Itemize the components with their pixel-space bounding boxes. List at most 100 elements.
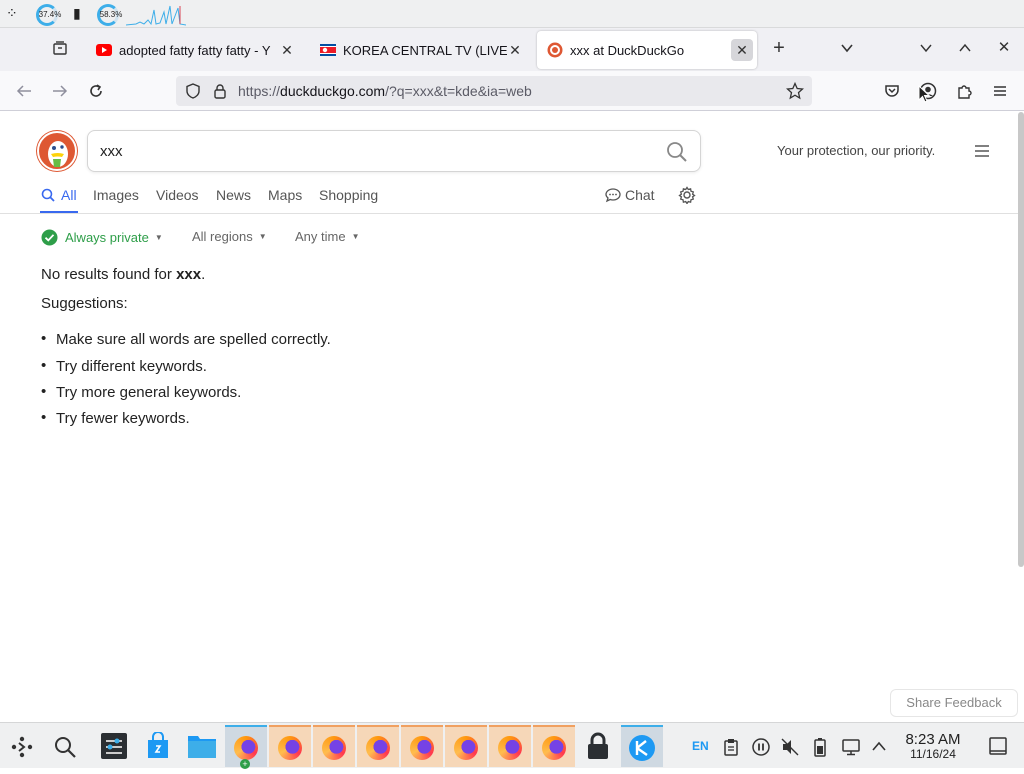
system-settings-task[interactable] (93, 725, 135, 767)
forward-button[interactable] (46, 77, 74, 105)
lock-icon[interactable] (212, 83, 228, 99)
clock[interactable]: 8:23 AM 11/16/24 (896, 731, 970, 761)
check-circle-icon (41, 229, 58, 246)
taskbar: + EN 8:23 AM 11/16/24 (0, 722, 1024, 769)
reload-button[interactable] (82, 77, 110, 105)
reload-icon (90, 84, 102, 97)
firefox-task[interactable] (357, 725, 399, 767)
cpu-percent: 37.4% (38, 10, 62, 19)
keyboard-language[interactable]: EN (692, 739, 709, 753)
privacy-filter[interactable]: Always private ▼ (41, 229, 163, 246)
minimize-button[interactable] (912, 34, 940, 62)
tab-youtube[interactable]: adopted fatty fatty fatty - Y ✕ (86, 31, 306, 69)
discover-task[interactable] (137, 725, 179, 767)
close-tab-icon[interactable]: ✕ (276, 39, 298, 61)
memory-monitor[interactable]: 58.3% (97, 4, 122, 26)
pocket-button[interactable] (878, 77, 906, 105)
firefox-task[interactable] (313, 725, 355, 767)
close-tab-icon[interactable]: ✕ (731, 39, 753, 61)
arrow-left-icon (16, 85, 31, 97)
youtube-icon (96, 44, 112, 56)
tab-strip: adopted fatty fatty fatty - Y ✕ KOREA CE… (0, 28, 1024, 71)
url-host: duckduckgo.com (280, 83, 386, 99)
app-launcher-icon[interactable] (10, 735, 34, 759)
file-manager-task[interactable] (181, 725, 223, 767)
share-feedback-button[interactable]: Share Feedback (890, 689, 1018, 717)
korea-flag-icon (320, 44, 336, 56)
gear-icon[interactable] (678, 186, 696, 204)
list-all-tabs-button[interactable] (833, 34, 861, 62)
tab-news[interactable]: News (216, 187, 251, 203)
firefox-task-active[interactable]: + (225, 725, 267, 769)
tab-overview-button[interactable] (46, 34, 74, 62)
search-icon[interactable] (53, 735, 77, 759)
navigation-toolbar: https://duckduckgo.com/?q=xxx&t=kde&ia=w… (0, 71, 1024, 111)
cpu-monitor[interactable]: 37.4% (36, 4, 61, 26)
firefox-icon (410, 736, 434, 760)
chevron-up-icon[interactable] (872, 740, 886, 752)
search-query[interactable]: xxx (100, 143, 123, 160)
battery-icon[interactable] (814, 737, 826, 757)
lock-icon (588, 732, 608, 759)
page-scrollbar[interactable] (1018, 112, 1024, 567)
chevron-down-icon (841, 44, 853, 53)
suggestion-item: Try fewer keywords. (41, 409, 190, 427)
no-results-message: No results found for xxx. (41, 266, 205, 283)
tab-title: adopted fatty fatty fatty - Y (119, 42, 271, 58)
firefox-icon (322, 736, 346, 760)
hamburger-icon[interactable] (974, 144, 990, 158)
firefox-task[interactable] (489, 725, 531, 767)
network-graph (126, 5, 186, 26)
kde-connect-task[interactable] (621, 725, 663, 767)
tab-korea-tv[interactable]: KOREA CENTRAL TV (LIVES ✕ (310, 31, 532, 69)
tab-maps[interactable]: Maps (268, 187, 302, 203)
firefox-icon (234, 736, 258, 760)
show-desktop-icon[interactable] (989, 737, 1007, 755)
extensions-button[interactable] (950, 77, 978, 105)
protection-tagline[interactable]: Your protection, our priority. (777, 143, 935, 158)
firefox-task[interactable] (533, 725, 575, 767)
tab-images[interactable]: Images (93, 187, 139, 203)
suggestions-heading: Suggestions: (41, 295, 128, 312)
firefox-task[interactable] (269, 725, 311, 767)
chevron-down-icon (920, 44, 932, 53)
suggestion-item: Make sure all words are spelled correctl… (41, 330, 331, 348)
tab-duckduckgo[interactable]: xxx at DuckDuckGo ✕ (537, 31, 757, 69)
search-icon[interactable] (666, 141, 688, 163)
firefox-task[interactable] (401, 725, 443, 767)
network-icon[interactable] (842, 738, 860, 756)
firefox-icon (542, 736, 566, 760)
volume-muted-icon[interactable] (781, 738, 799, 756)
chat-link[interactable]: Chat (625, 187, 655, 203)
url-bar[interactable]: https://duckduckgo.com/?q=xxx&t=kde&ia=w… (176, 76, 812, 106)
no-results-prefix: No results found for (41, 266, 177, 283)
no-results-query: xxx (176, 266, 202, 283)
back-button[interactable] (10, 77, 38, 105)
star-bookmark-icon[interactable] (786, 82, 804, 100)
search-input[interactable]: xxx (87, 130, 701, 172)
media-pause-icon[interactable] (752, 738, 770, 756)
tab-videos[interactable]: Videos (156, 187, 199, 203)
maximize-button[interactable] (951, 34, 979, 62)
clock-time: 8:23 AM (905, 731, 961, 748)
close-tab-icon[interactable]: ✕ (504, 39, 526, 61)
discover-icon (148, 731, 168, 758)
clipboard-icon[interactable] (723, 738, 739, 756)
tab-shopping[interactable]: Shopping (319, 187, 378, 203)
puzzle-icon (958, 85, 972, 99)
firefox-task[interactable] (445, 725, 487, 767)
lock-screen-task[interactable] (577, 725, 619, 767)
duckduckgo-logo[interactable] (37, 131, 77, 171)
url-text[interactable]: https://duckduckgo.com/?q=xxx&t=kde&ia=w… (238, 83, 532, 99)
clock-date: 11/16/24 (910, 747, 956, 761)
close-window-button[interactable]: ✕ (990, 34, 1018, 62)
privacy-filter-label: Always private (65, 230, 149, 245)
menu-button[interactable] (986, 77, 1014, 105)
new-tab-button[interactable]: + (765, 34, 793, 62)
app-launcher-icon[interactable]: ⁘ (6, 5, 18, 22)
time-filter[interactable]: Any time ▼ (295, 229, 360, 244)
chat-icon[interactable] (605, 187, 621, 203)
tab-all[interactable]: All (61, 187, 77, 203)
shield-icon[interactable] (185, 83, 201, 99)
region-filter[interactable]: All regions ▼ (192, 229, 267, 244)
